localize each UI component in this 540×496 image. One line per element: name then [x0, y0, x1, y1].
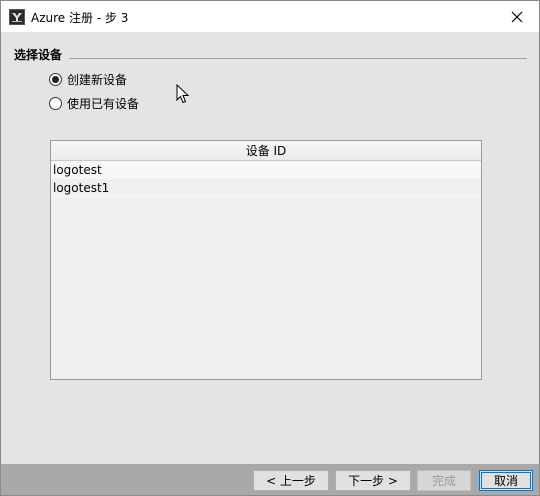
dialog-window: Azure 注册 - 步 3 选择设备 创建新设备 使用已有设备 设备 ID l…: [0, 0, 540, 496]
radio-create-new-device[interactable]: 创建新设备: [49, 71, 127, 87]
radio-button-unchecked[interactable]: [49, 96, 62, 110]
close-icon: [511, 11, 523, 22]
radio-use-existing-device[interactable]: 使用已有设备: [49, 95, 139, 111]
device-table[interactable]: 设备 ID logotest logotest1: [50, 140, 482, 380]
next-button[interactable]: 下一步 >: [335, 470, 411, 491]
radio-label: 创建新设备: [67, 72, 128, 87]
mouse-cursor-icon: [176, 84, 190, 104]
table-row[interactable]: logotest1: [51, 179, 481, 197]
device-table-body: logotest logotest1: [51, 161, 481, 197]
close-button[interactable]: [495, 1, 539, 32]
section-divider: [69, 58, 527, 59]
app-icon: [9, 9, 25, 25]
radio-label: 使用已有设备: [67, 96, 140, 111]
back-button[interactable]: < 上一步: [253, 470, 329, 491]
cancel-button[interactable]: 取消: [479, 470, 533, 491]
button-bar: < 上一步 下一步 > 完成 取消: [1, 464, 539, 495]
dialog-content: 选择设备 创建新设备 使用已有设备 设备 ID logotest logotes…: [1, 32, 539, 464]
section-title: 选择设备: [14, 48, 63, 62]
title-bar[interactable]: Azure 注册 - 步 3: [1, 1, 539, 32]
radio-button-checked[interactable]: [49, 72, 62, 86]
window-title: Azure 注册 - 步 3: [31, 11, 129, 25]
finish-button[interactable]: 完成: [417, 470, 471, 491]
column-header-device-id[interactable]: 设备 ID: [51, 141, 481, 161]
table-row[interactable]: logotest: [51, 161, 481, 179]
